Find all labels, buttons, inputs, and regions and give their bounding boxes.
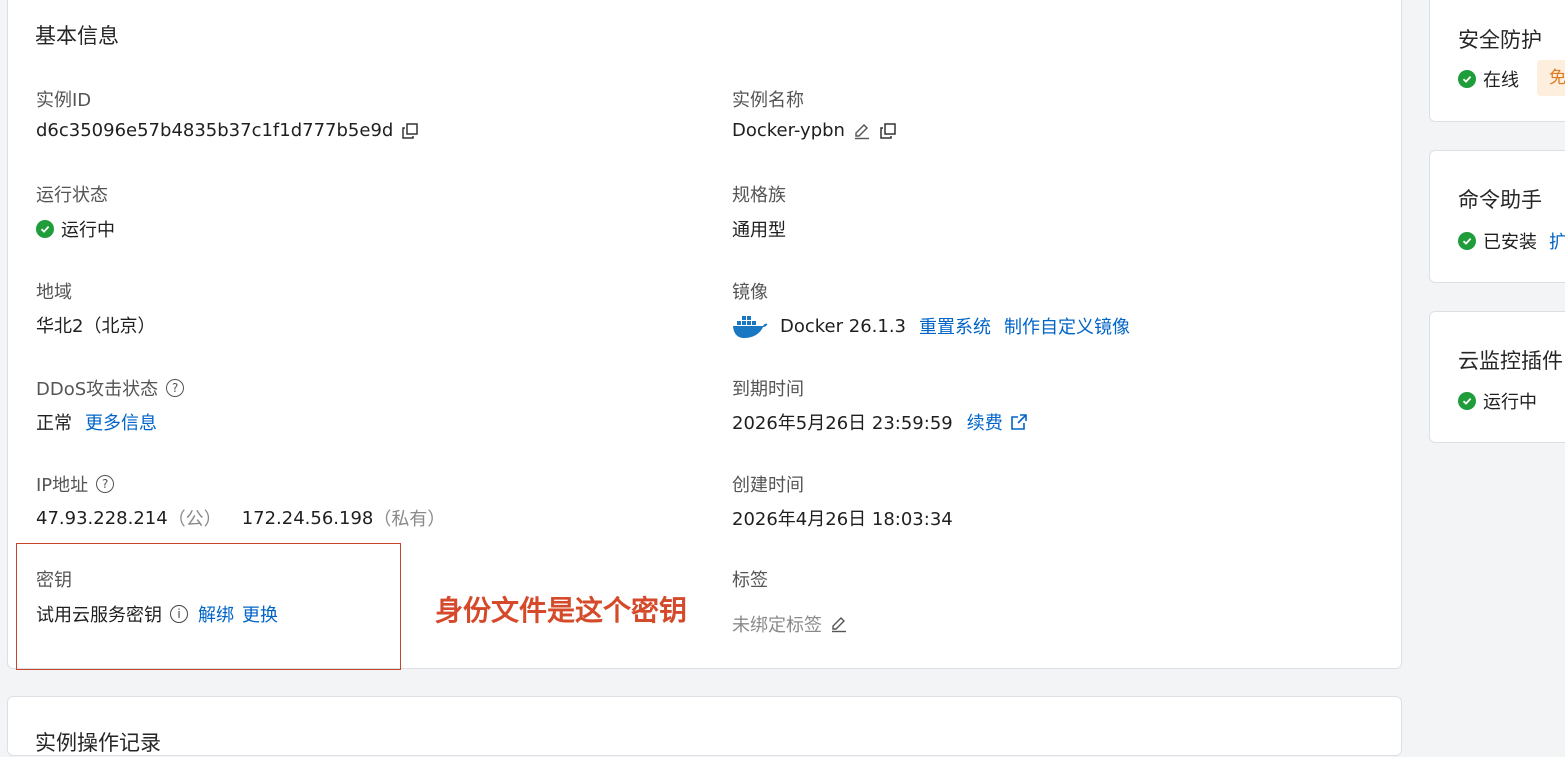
ip-label: IP地址	[36, 475, 89, 496]
run-status-label: 运行状态	[36, 185, 108, 206]
tags-row: 未绑定标签	[732, 611, 848, 637]
image-row: Docker 26.1.3 重置系统 制作自定义镜像	[732, 313, 1130, 339]
spec-family-label: 规格族	[732, 185, 786, 206]
edit-icon[interactable]	[853, 122, 871, 140]
region-label: 地域	[36, 282, 72, 303]
security-title: 安全防护	[1458, 28, 1542, 52]
copy-icon[interactable]	[879, 122, 897, 140]
edit-icon[interactable]	[830, 615, 848, 633]
reset-system-link[interactable]: 重置系统	[919, 313, 991, 339]
help-icon[interactable]: ?	[96, 475, 115, 493]
private-ip-suffix: （私有）	[373, 509, 446, 530]
security-status: 在线	[1483, 70, 1519, 91]
renew-link[interactable]: 续费	[967, 409, 1003, 435]
ddos-value: 正常	[36, 413, 72, 434]
ip-row: 47.93.228.214 （公） 172.24.56.198 （私有）	[36, 505, 445, 531]
tags-label: 标签	[732, 570, 768, 591]
check-circle-icon	[1458, 232, 1476, 250]
monitor-status: 运行中	[1483, 392, 1537, 413]
create-time-label: 创建时间	[732, 475, 804, 496]
private-ip-value: 172.24.56.198	[241, 507, 374, 529]
ip-label-row: IP地址 ?	[36, 471, 115, 497]
instance-name-row: Docker-ypbn	[732, 120, 897, 141]
command-status: 已安装	[1483, 232, 1537, 253]
create-custom-image-link[interactable]: 制作自定义镜像	[1004, 313, 1130, 339]
docker-icon	[732, 313, 768, 339]
help-icon[interactable]: ?	[166, 379, 185, 397]
security-status-row: 在线	[1458, 66, 1519, 92]
cloud-monitor-card	[1429, 311, 1565, 443]
copy-icon[interactable]	[401, 122, 419, 140]
instance-id-row: d6c35096e57b4835b37c1f1d777b5e9d	[36, 120, 419, 141]
annotation-text: 身份文件是这个密钥	[435, 594, 688, 627]
monitor-status-row: 运行中	[1458, 388, 1537, 414]
check-circle-icon	[1458, 392, 1476, 410]
annotation-highlight-box	[16, 543, 401, 670]
operation-records-card: 实例操作记录	[7, 696, 1402, 756]
run-status-row: 运行中	[36, 216, 115, 242]
instance-name-label: 实例名称	[732, 90, 804, 111]
run-status-value: 运行中	[61, 220, 115, 241]
create-time-value: 2026年4月26日 18:03:34	[732, 509, 953, 530]
ddos-more-info-link[interactable]: 更多信息	[85, 409, 157, 435]
basic-info-title: 基本信息	[35, 24, 119, 48]
expire-time-value: 2026年5月26日 23:59:59	[732, 413, 953, 434]
external-link-icon[interactable]	[1010, 413, 1028, 431]
monitor-title: 云监控插件	[1458, 349, 1563, 373]
instance-id-value: d6c35096e57b4835b37c1f1d777b5e9d	[36, 120, 394, 141]
public-ip-suffix: （公）	[167, 509, 222, 530]
check-circle-icon	[36, 220, 54, 238]
image-label: 镜像	[732, 282, 768, 303]
command-assistant-card	[1429, 150, 1565, 283]
free-badge: 免	[1537, 60, 1565, 96]
public-ip-value: 47.93.228.214	[36, 507, 168, 529]
ddos-row: 正常 更多信息	[36, 409, 157, 435]
expire-time-label: 到期时间	[732, 379, 804, 400]
instance-id-label: 实例ID	[36, 90, 92, 111]
spec-family-value: 通用型	[732, 220, 786, 241]
ddos-label-row: DDoS攻击状态 ?	[36, 375, 185, 401]
region-value: 华北2（北京）	[36, 316, 156, 337]
command-title: 命令助手	[1458, 188, 1542, 212]
command-extra-link[interactable]: 扩	[1549, 228, 1565, 254]
tags-value: 未绑定标签	[732, 615, 822, 636]
command-status-row: 已安装 扩	[1458, 228, 1565, 254]
instance-name-value: Docker-ypbn	[732, 120, 845, 141]
image-value: Docker 26.1.3	[780, 315, 906, 337]
check-circle-icon	[1458, 70, 1476, 88]
expire-time-row: 2026年5月26日 23:59:59 续费	[732, 409, 1028, 435]
ddos-label: DDoS攻击状态	[36, 379, 159, 400]
